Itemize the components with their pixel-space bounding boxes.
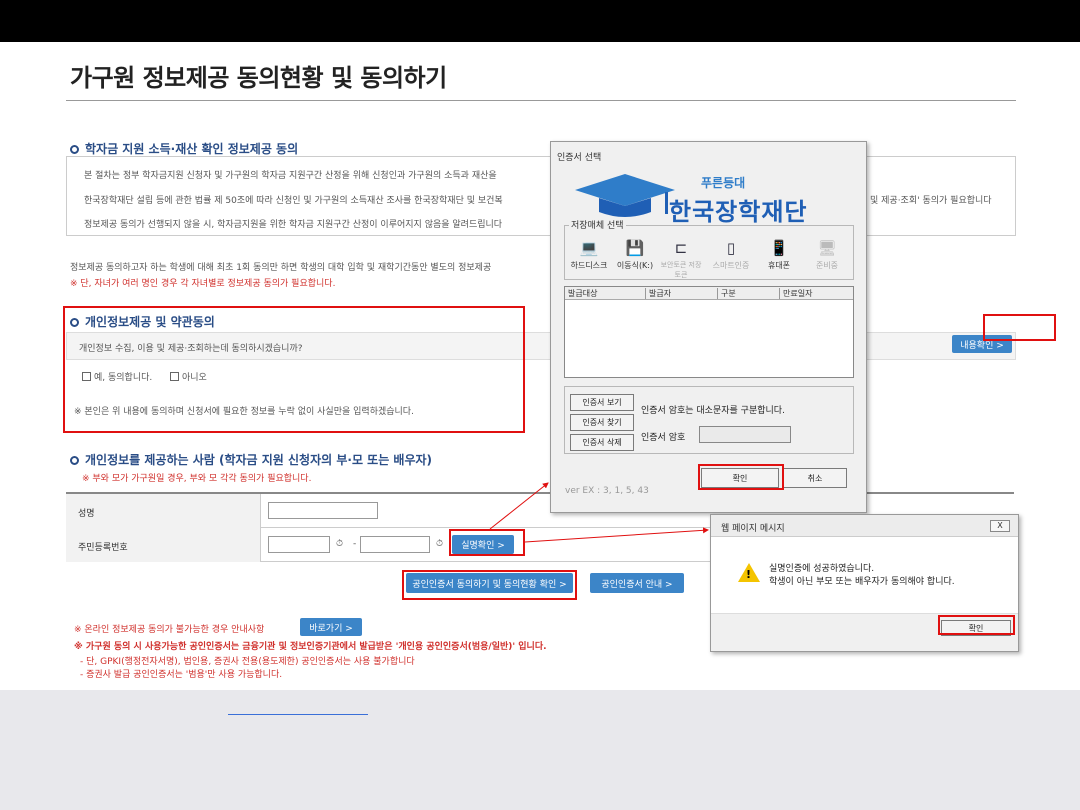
kosaf-name: 한국장학재단 — [669, 198, 808, 226]
cert-control-panel: 인증서 보기 인증서 찾기 인증서 삭제 인증서 암호는 대소문자를 구분합니다… — [564, 386, 854, 454]
msg-titlebar: 웹 페이지 메시지 X — [711, 515, 1018, 537]
case-sensitive-notice: 인증서 암호는 대소문자를 구분합니다. — [641, 406, 785, 416]
cert-password-input[interactable] — [699, 426, 791, 443]
mobile-phone-icon: 📱 — [769, 239, 789, 257]
pending-icon: 🖥 — [817, 239, 837, 257]
cert-dialog-title: 인증서 선택 — [557, 153, 602, 163]
msg-dialog-title: 웹 페이지 메시지 — [721, 524, 785, 534]
media-hard-disk[interactable]: 💻 하드디스크 — [567, 238, 611, 271]
msg-ok-highlight-frame — [938, 615, 1015, 635]
cert-cancel-button[interactable]: 취소 — [783, 468, 847, 488]
kosaf-slogan: 푸른등대 — [701, 176, 746, 190]
media-security-token[interactable]: ⊏ 보안토큰 저장토큰 — [659, 238, 703, 280]
view-cert-button[interactable]: 인증서 보기 — [570, 394, 634, 411]
smart-auth-icon: ▯ — [726, 239, 736, 257]
find-cert-button[interactable]: 인증서 찾기 — [570, 414, 634, 431]
close-icon[interactable]: X — [990, 520, 1010, 532]
cert-ok-highlight-frame — [698, 464, 784, 490]
arrow-to-message-dialog — [524, 527, 709, 543]
msg-line-1: 실명인증에 성공하였습니다. — [769, 564, 875, 574]
media-removable[interactable]: 💾 이동식(K:) — [613, 238, 657, 271]
column-expiry[interactable]: 만료일자 — [779, 288, 812, 299]
media-mobile-phone[interactable]: 📱 휴대폰 — [757, 238, 801, 271]
storage-media-group: 저장매체 선택 💻 하드디스크 💾 이동식(K:) ⊏ 보안토큰 저장토큰 ▯ … — [564, 218, 854, 280]
cert-list-header: 발급대상 발급자 구분 만료일자 — [565, 287, 853, 300]
column-type[interactable]: 구분 — [717, 288, 736, 299]
cert-select-dialog: 인증서 선택 푸른등대 한국장학재단 저장매체 선택 💻 하드디스크 💾 이동식… — [550, 141, 867, 513]
media-smart-auth[interactable]: ▯ 스마트인증 — [709, 238, 753, 271]
arrow-to-cert-dialog — [489, 482, 549, 530]
hard-disk-icon: 💻 — [579, 239, 599, 257]
column-subject[interactable]: 발급대상 — [565, 288, 597, 299]
storage-legend: 저장매체 선택 — [569, 218, 626, 231]
media-pending[interactable]: 🖥 준비중 — [805, 238, 849, 271]
msg-line-2: 학생이 아닌 부모 또는 배우자가 동의해야 합니다. — [769, 577, 955, 587]
delete-cert-button[interactable]: 인증서 삭제 — [570, 434, 634, 451]
security-token-icon: ⊏ — [674, 239, 688, 257]
connector-arrows — [489, 482, 709, 543]
password-label: 인증서 암호 — [641, 433, 686, 443]
warning-mark: ! — [746, 568, 752, 581]
cert-version: ver EX : 3, 1, 5, 43 — [565, 486, 649, 496]
cert-list[interactable]: 발급대상 발급자 구분 만료일자 — [564, 286, 854, 378]
removable-drive-icon: 💾 — [625, 239, 645, 257]
column-issuer[interactable]: 발급자 — [645, 288, 671, 299]
